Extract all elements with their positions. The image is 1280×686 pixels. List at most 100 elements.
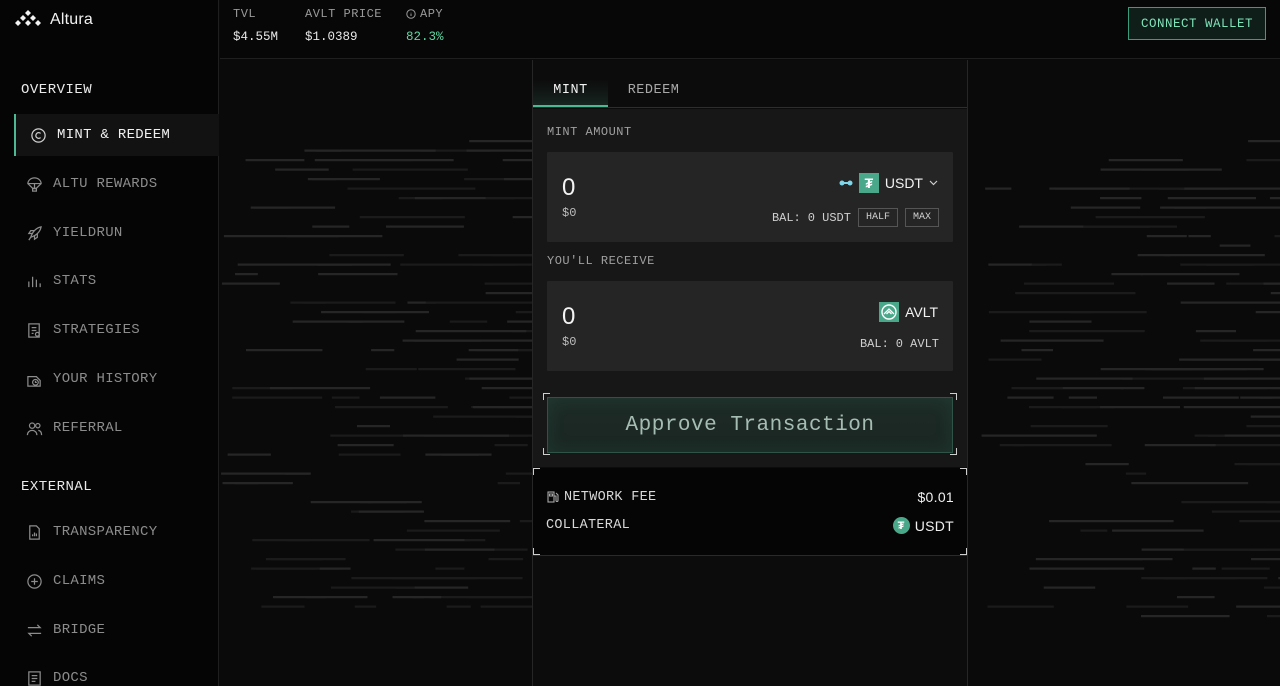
brand[interactable]: Altura xyxy=(14,8,93,32)
ascii-noise xyxy=(1000,339,1104,342)
ascii-noise xyxy=(1146,235,1187,238)
connect-wallet-button[interactable]: CONNECT WALLET xyxy=(1128,7,1266,40)
ascii-noise xyxy=(1108,159,1183,162)
token-selector[interactable]: ₮ USDT xyxy=(839,173,938,193)
parachute-icon xyxy=(27,176,42,192)
ascii-noise xyxy=(1180,301,1280,304)
ascii-noise xyxy=(985,187,1012,190)
brand-name: Altura xyxy=(50,11,93,28)
ascii-noise xyxy=(235,273,258,276)
link-icon xyxy=(839,180,853,186)
ascii-noise xyxy=(1070,311,1147,314)
sidebar-item-label: STATS xyxy=(53,273,97,289)
sidebar-item-strategies[interactable]: STRATEGIES xyxy=(14,309,219,351)
users-icon xyxy=(26,421,43,435)
ascii-noise xyxy=(359,216,465,219)
balance-row: BAL: 0 USDT HALF MAX xyxy=(772,208,939,227)
ascii-noise xyxy=(418,368,516,371)
ascii-noise xyxy=(1141,577,1268,580)
ascii-noise xyxy=(1221,567,1270,570)
stat-value: $4.55M xyxy=(233,30,279,44)
mint-amount-usd: $0 xyxy=(562,206,577,220)
ascii-noise xyxy=(338,453,401,456)
ascii-noise xyxy=(1131,482,1249,485)
ascii-noise xyxy=(1099,406,1181,409)
half-button[interactable]: HALF xyxy=(857,208,898,227)
tab-redeem[interactable]: REDEEM xyxy=(621,80,686,107)
ascii-noise xyxy=(1111,273,1143,276)
ascii-noise xyxy=(1192,567,1216,570)
ascii-noise xyxy=(310,501,373,504)
rocket-icon xyxy=(27,225,42,240)
ascii-noise xyxy=(1126,605,1189,608)
ascii-noise xyxy=(365,368,417,371)
receive-usd: $0 xyxy=(562,335,577,349)
sidebar-item-label: MINT & REDEEM xyxy=(57,127,171,143)
sidebar-item-claims[interactable]: CLAIMS xyxy=(14,560,219,602)
overview-section-title: OVERVIEW xyxy=(21,82,93,98)
balance-label: BAL: xyxy=(859,337,889,351)
ascii-noise xyxy=(482,263,532,266)
ascii-noise xyxy=(497,482,521,485)
ascii-noise xyxy=(1015,292,1136,295)
tab-mint[interactable]: MINT xyxy=(533,80,608,107)
ascii-noise xyxy=(494,444,528,447)
ascii-noise xyxy=(1246,159,1280,162)
balance-label: BAL: xyxy=(771,210,801,225)
sidebar-item-your-history[interactable]: YOUR HISTORY xyxy=(14,358,219,400)
ascii-noise xyxy=(1024,282,1115,285)
sidebar-item-label: DOCS xyxy=(53,670,88,686)
ascii-noise xyxy=(1141,615,1230,618)
info-icon[interactable] xyxy=(406,9,416,19)
ascii-noise xyxy=(1248,140,1280,143)
sidebar-item-referral[interactable]: REFERRAL xyxy=(14,407,219,449)
ascii-noise xyxy=(1043,586,1096,589)
sidebar-item-altu-rewards[interactable]: ALTU REWARDS xyxy=(14,163,219,205)
mint-amount-box: 0 $0 ₮ USDT BAL: 0 USDT HALF MAX xyxy=(547,152,953,242)
ascii-noise xyxy=(1100,168,1222,171)
ascii-noise xyxy=(1246,425,1280,428)
ascii-noise xyxy=(1007,396,1054,399)
ascii-noise xyxy=(222,482,293,485)
receive-label: YOU'LL RECEIVE xyxy=(547,254,655,268)
ascii-noise xyxy=(286,539,311,542)
ascii-noise xyxy=(1183,406,1280,409)
ascii-noise xyxy=(1029,320,1092,323)
sidebar-item-yieldrun[interactable]: YIELDRUN xyxy=(14,212,219,254)
sidebar-item-bridge[interactable]: BRIDGE xyxy=(14,609,219,651)
ascii-noise xyxy=(464,539,486,542)
ascii-noise xyxy=(1219,339,1280,342)
approve-transaction-button[interactable]: Approve Transaction xyxy=(547,397,953,453)
ascii-noise xyxy=(402,339,482,342)
mint-amount-input[interactable]: 0 xyxy=(562,174,575,202)
sidebar-item-stats[interactable]: STATS xyxy=(14,260,219,302)
ascii-noise xyxy=(317,263,391,266)
ascii-noise xyxy=(1031,263,1062,266)
ascii-noise xyxy=(449,320,488,323)
ascii-noise xyxy=(1263,282,1280,285)
avlt-icon xyxy=(879,302,900,322)
external-section-title: EXTERNAL xyxy=(21,479,93,495)
sidebar-item-label: TRANSPARENCY xyxy=(53,524,158,540)
sidebar-item-label: BRIDGE xyxy=(53,622,106,638)
ascii-noise xyxy=(251,567,315,570)
mint-form: MINT AMOUNT 0 $0 ₮ USDT BAL: 0 USDT HALF… xyxy=(533,109,967,467)
ascii-noise xyxy=(1219,244,1251,247)
ascii-noise xyxy=(371,349,395,352)
sidebar-item-mint-redeem[interactable]: MINT & REDEEM xyxy=(14,114,219,156)
ascii-noise xyxy=(1167,282,1215,285)
ascii-noise xyxy=(245,159,305,162)
ascii-noise xyxy=(1211,510,1280,513)
ascii-noise xyxy=(424,520,511,523)
sidebar-item-transparency[interactable]: TRANSPARENCY xyxy=(14,511,219,553)
ascii-noise xyxy=(1195,330,1237,333)
ascii-noise xyxy=(1125,472,1147,475)
document-chart-icon xyxy=(29,524,40,540)
max-button[interactable]: MAX xyxy=(904,208,939,227)
receive-box: 0 $0 AVLT BAL: 0 AVLT xyxy=(547,281,953,371)
ascii-noise xyxy=(331,396,360,399)
receive-token: AVLT xyxy=(879,302,938,322)
ascii-noise xyxy=(403,434,509,437)
sidebar-item-docs[interactable]: DOCS xyxy=(14,657,219,686)
ascii-noise xyxy=(411,596,442,599)
